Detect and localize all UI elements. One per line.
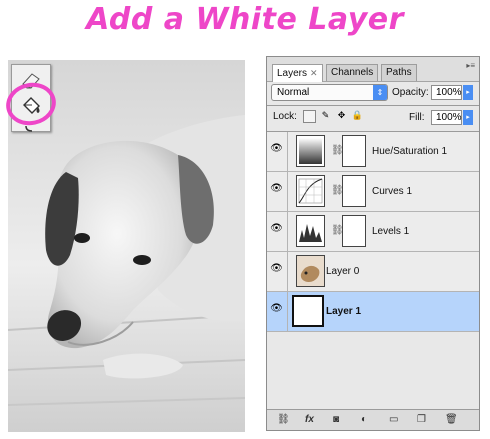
- lock-pixels-icon[interactable]: ✎: [319, 110, 332, 123]
- curves-thumbnail: [296, 175, 325, 207]
- fill-label: Fill:: [409, 112, 425, 123]
- trash-icon[interactable]: 🗑: [445, 413, 458, 426]
- link-icon[interactable]: ⛓: [277, 413, 290, 426]
- layer-row[interactable]: 👁 ⛓ Hue/Saturation 1: [267, 132, 479, 172]
- tab-paths-label: Paths: [386, 67, 412, 78]
- layer-row[interactable]: 👁 ⛓ Curves 1: [267, 172, 479, 212]
- eye-icon: 👁: [270, 263, 283, 274]
- tab-layers-label: Layers: [277, 68, 308, 79]
- new-layer-icon[interactable]: ❐: [417, 413, 426, 426]
- tab-paths[interactable]: Paths: [381, 64, 417, 81]
- lock-transparency-icon[interactable]: [303, 110, 316, 123]
- hue-saturation-thumbnail: [296, 135, 325, 167]
- fill-field[interactable]: 100%: [431, 110, 462, 125]
- panel-menu-icon[interactable]: ▸≡: [466, 61, 475, 70]
- eye-icon: 👁: [270, 303, 283, 314]
- layer-row[interactable]: 👁 ⛓ Levels 1: [267, 212, 479, 252]
- opacity-slider-arrow-icon[interactable]: ▸: [463, 85, 473, 100]
- visibility-toggle[interactable]: 👁: [267, 172, 288, 211]
- blend-mode-value: Normal: [277, 87, 310, 98]
- tab-channels[interactable]: Channels: [326, 64, 379, 81]
- visibility-toggle[interactable]: 👁: [267, 132, 288, 171]
- divider: [267, 105, 479, 106]
- page-title: Add a White Layer: [86, 2, 404, 37]
- fill-slider-arrow-icon[interactable]: ▸: [463, 110, 473, 125]
- lock-label: Lock:: [273, 111, 297, 122]
- layers-bottom-toolbar: ⛓ fx ◙ ◐ ▭ ❐ 🗑: [267, 409, 479, 430]
- tab-channels-label: Channels: [331, 67, 374, 78]
- layer-row[interactable]: 👁 Layer 0: [267, 252, 479, 292]
- lock-position-icon[interactable]: ✥: [335, 110, 348, 123]
- adjustment-icon[interactable]: ◐: [361, 413, 367, 426]
- levels-thumbnail: [296, 215, 325, 247]
- layer-mask-thumbnail: [342, 215, 366, 247]
- panel-tab-bar: Layers ✕ Channels Paths ▸≡: [267, 57, 479, 82]
- blend-mode-select[interactable]: Normal ⇕: [271, 84, 388, 101]
- visibility-toggle[interactable]: 👁: [267, 212, 288, 251]
- mask-icon[interactable]: ◙: [333, 413, 339, 426]
- layer-row-selected[interactable]: 👁 Layer 1: [267, 292, 479, 332]
- fx-icon[interactable]: fx: [305, 413, 314, 426]
- eye-icon: 👁: [270, 223, 283, 234]
- group-folder-icon[interactable]: ▭: [389, 413, 398, 426]
- eye-icon: 👁: [270, 143, 283, 154]
- visibility-toggle[interactable]: 👁: [267, 252, 288, 291]
- tab-layers[interactable]: Layers ✕: [272, 64, 323, 82]
- layer-1-thumbnail: [292, 295, 324, 327]
- layer-mask-thumbnail: [342, 135, 366, 167]
- opacity-field[interactable]: 100%: [431, 85, 462, 100]
- lock-all-icon[interactable]: 🔒: [351, 110, 364, 123]
- visibility-toggle[interactable]: 👁: [267, 292, 288, 331]
- layer-name: Levels 1: [372, 226, 410, 237]
- layer-0-thumbnail: [296, 255, 325, 287]
- opacity-label: Opacity:: [392, 87, 429, 98]
- layer-name: Layer 0: [326, 266, 360, 277]
- eye-icon: 👁: [270, 183, 283, 194]
- layer-name: Curves 1: [372, 186, 413, 197]
- layer-name: Layer 1: [326, 306, 362, 317]
- layers-panel: Layers ✕ Channels Paths ▸≡ Normal ⇕ Opaci…: [266, 56, 480, 431]
- chevron-updown-icon: ⇕: [373, 85, 387, 100]
- close-icon[interactable]: ✕: [310, 68, 318, 78]
- layer-mask-thumbnail: [342, 175, 366, 207]
- layer-name: Hue/Saturation 1: [372, 146, 448, 157]
